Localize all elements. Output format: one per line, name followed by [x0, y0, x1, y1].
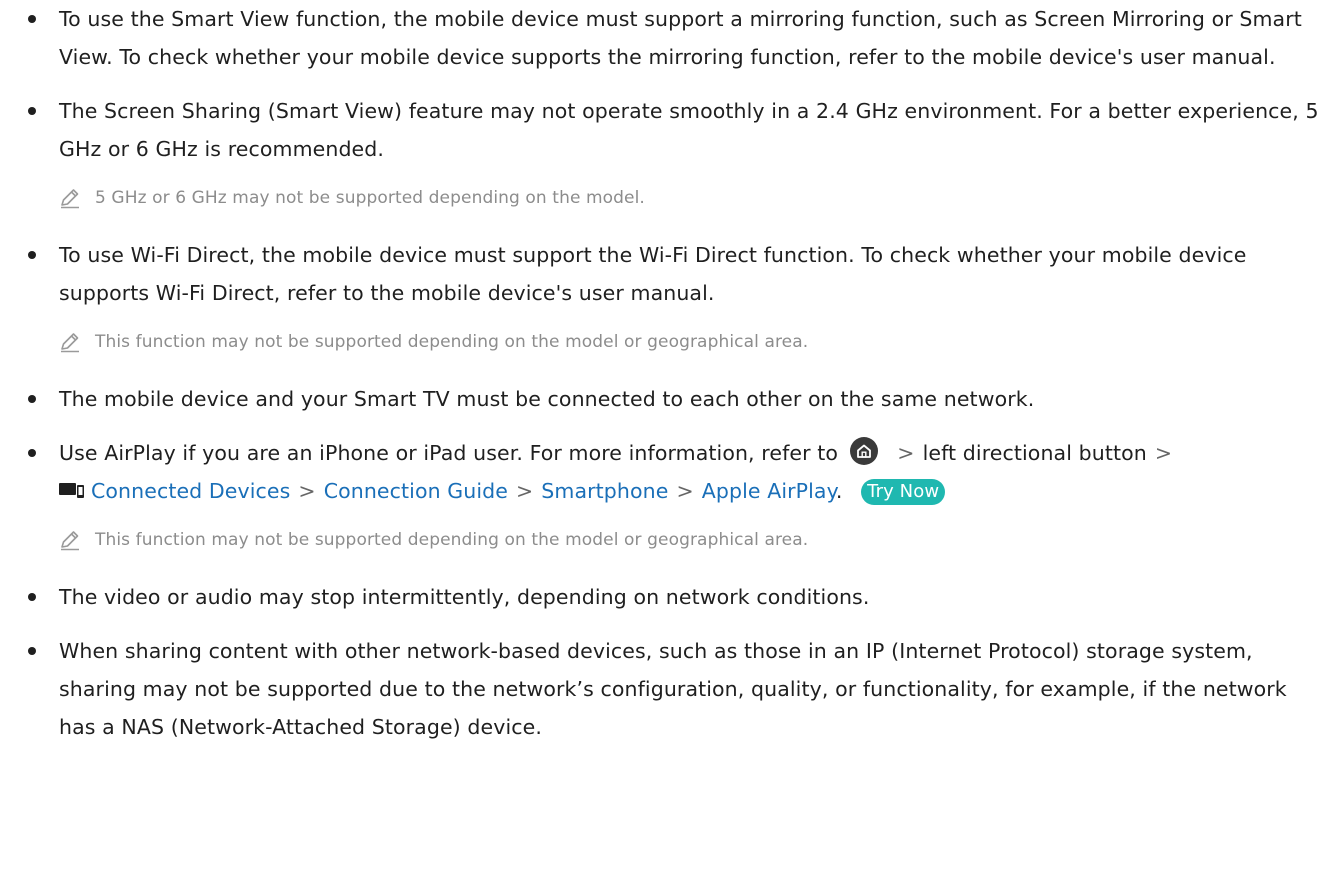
try-now-button[interactable]: Try Now — [861, 479, 946, 505]
note-text: This function may not be supported depen… — [95, 332, 809, 352]
bullet-dot — [28, 647, 36, 655]
separator: > — [298, 479, 316, 503]
note: 5 GHz or 6 GHz may not be supported depe… — [0, 184, 1338, 212]
document-body: To use the Smart View function, the mobi… — [0, 0, 1338, 762]
note: This function may not be supported depen… — [0, 328, 1338, 356]
bullet-dot — [28, 251, 36, 259]
connected-devices-icon — [59, 483, 84, 498]
item-text: To use the Smart View function, the mobi… — [59, 7, 1302, 69]
path-link-apple-airplay[interactable]: Apple AirPlay — [702, 479, 836, 503]
separator: > — [1154, 441, 1173, 465]
separator: > — [676, 479, 694, 503]
item-text: Use AirPlay if you are an iPhone or iPad… — [59, 441, 839, 465]
item-text: When sharing content with other network-… — [59, 639, 1287, 739]
path-link-connection-guide[interactable]: Connection Guide — [324, 479, 508, 503]
item-text: To use Wi-Fi Direct, the mobile device m… — [59, 243, 1247, 305]
separator: > — [516, 479, 534, 503]
note-text: 5 GHz or 6 GHz may not be supported depe… — [95, 188, 645, 208]
list-item: To use the Smart View function, the mobi… — [0, 0, 1338, 76]
list-item: The video or audio may stop intermittent… — [0, 578, 1338, 616]
pencil-icon — [61, 333, 79, 353]
pencil-icon — [61, 531, 79, 551]
list-item: The mobile device and your Smart TV must… — [0, 380, 1338, 418]
pencil-icon — [61, 189, 79, 209]
item-text: The mobile device and your Smart TV must… — [59, 387, 1035, 411]
note-text: This function may not be supported depen… — [95, 530, 809, 550]
note: This function may not be supported depen… — [0, 526, 1338, 554]
list-item: The Screen Sharing (Smart View) feature … — [0, 92, 1338, 168]
bullet-dot — [28, 15, 36, 23]
list-item: Use AirPlay if you are an iPhone or iPad… — [0, 434, 1338, 510]
bullet-dot — [28, 593, 36, 601]
list-item: To use Wi-Fi Direct, the mobile device m… — [0, 236, 1338, 312]
bullet-dot — [28, 395, 36, 403]
list-item: When sharing content with other network-… — [0, 632, 1338, 746]
home-icon — [849, 437, 878, 465]
separator: > — [897, 441, 915, 465]
path-end: . — [835, 479, 843, 503]
item-text: The Screen Sharing (Smart View) feature … — [59, 99, 1319, 161]
bullet-dot — [28, 449, 36, 457]
path-link-connected-devices[interactable]: Connected Devices — [91, 479, 290, 503]
item-text: left directional button — [922, 441, 1147, 465]
item-text: The video or audio may stop intermittent… — [59, 585, 870, 609]
bullet-dot — [28, 107, 36, 115]
path-link-smartphone[interactable]: Smartphone — [541, 479, 668, 503]
